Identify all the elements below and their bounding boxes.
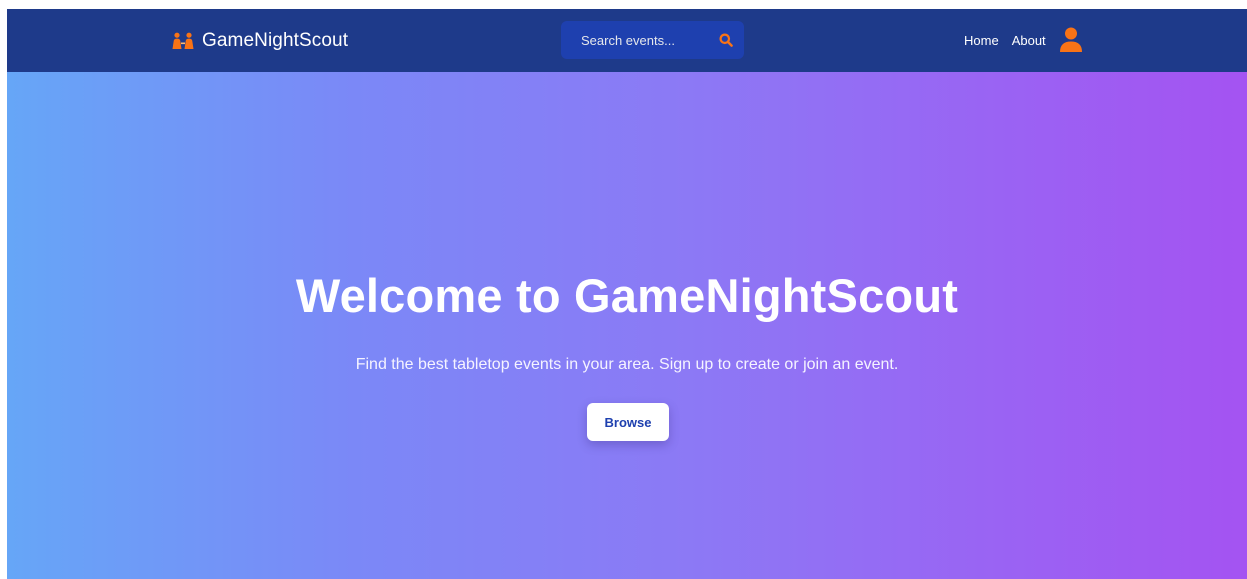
two-people-icon bbox=[172, 32, 194, 49]
brand-name: GameNightScout bbox=[202, 30, 349, 51]
search-button[interactable] bbox=[719, 31, 737, 49]
brand-logo-link[interactable]: GameNightScout bbox=[171, 29, 348, 53]
nav-link-about[interactable]: About bbox=[1012, 33, 1046, 48]
user-icon[interactable] bbox=[1059, 27, 1083, 53]
search-icon bbox=[719, 33, 733, 47]
search-box bbox=[561, 21, 744, 59]
hero-section: Welcome to GameNightScout Find the best … bbox=[7, 72, 1247, 579]
hero-title: Welcome to GameNightScout bbox=[295, 269, 959, 322]
navbar: GameNightScout Home About bbox=[7, 9, 1247, 72]
search-input[interactable] bbox=[561, 21, 711, 59]
nav-links: Home About bbox=[964, 27, 1083, 53]
nav-link-home[interactable]: Home bbox=[964, 33, 999, 48]
app-frame: GameNightScout Home About Welcome to Gam… bbox=[7, 9, 1247, 579]
browse-button[interactable]: Browse bbox=[587, 403, 669, 441]
hero-subtitle: Find the best tabletop events in your ar… bbox=[355, 356, 899, 373]
